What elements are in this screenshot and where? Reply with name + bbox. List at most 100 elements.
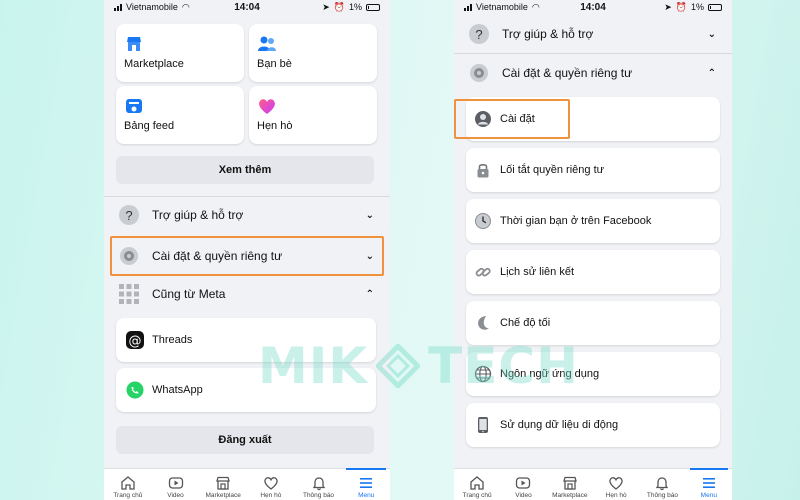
nav-label: Trang chủ <box>113 491 143 499</box>
nav-notifications[interactable]: Thông báo <box>295 469 343 500</box>
chevron-down-icon: ⌄ <box>365 250 374 262</box>
settings-item-label: Sử dụng dữ liệu di động <box>500 419 619 431</box>
nav-dating[interactable]: Hẹn hò <box>247 469 295 500</box>
link-icon <box>475 267 491 277</box>
battery-percent: 1% <box>348 2 362 12</box>
status-bar: Vietnamobile ◠ 14:04 ➤ ⏰ 1% <box>454 0 732 14</box>
tile-label: Marketplace <box>124 58 184 70</box>
threads-icon: @ <box>126 331 144 349</box>
nav-home[interactable]: Trang chủ <box>454 469 500 500</box>
settings-item-settings[interactable]: Cài đặt <box>466 97 720 141</box>
phone-screen-right: Vietnamobile ◠ 14:04 ➤ ⏰ 1% ? Trợ giúp &… <box>454 0 732 500</box>
phone-screen-left: Vietnamobile ◠ 14:04 ➤ ⏰ 1% Marketplace … <box>104 0 390 500</box>
gear-icon <box>470 64 488 82</box>
bell-icon <box>656 476 669 490</box>
chevron-down-icon: ⌄ <box>707 28 716 40</box>
status-time: 14:04 <box>580 1 606 13</box>
shortcut-tile-dating[interactable]: Hẹn hò <box>249 86 377 144</box>
shortcut-tile-friends[interactable]: Bạn bè <box>249 24 377 82</box>
nav-label: Menu <box>358 491 375 499</box>
nav-menu[interactable]: Menu <box>342 467 390 500</box>
alarm-icon: ⏰ <box>675 1 687 12</box>
settings-item-dark-mode[interactable]: Chế độ tối <box>466 301 720 345</box>
help-icon: ? <box>469 24 489 44</box>
bottom-navigation: Trang chủ Video Marketplace Hẹn hò Thông… <box>454 467 732 500</box>
section-label: Cài đặt & quyền riêng tư <box>502 66 633 80</box>
phone-icon <box>478 417 488 433</box>
settings-item-app-language[interactable]: Ngôn ngữ ứng dụng <box>466 352 720 396</box>
nav-label: Hẹn hò <box>605 491 627 499</box>
wifi-icon: ◠ <box>181 1 190 12</box>
friends-icon <box>258 36 276 51</box>
profile-icon <box>475 111 491 127</box>
clock-icon <box>475 213 491 229</box>
chevron-down-icon: ⌄ <box>365 209 374 221</box>
grid-icon <box>119 284 139 304</box>
nav-label: Marketplace <box>552 491 588 499</box>
nav-notifications[interactable]: Thông báo <box>639 469 685 500</box>
nav-marketplace[interactable]: Marketplace <box>199 469 247 500</box>
shop-icon <box>216 476 231 490</box>
settings-item-time-on-facebook[interactable]: Thời gian bạn ở trên Facebook <box>466 199 720 243</box>
app-label: Threads <box>152 334 193 346</box>
nav-label: Menu <box>700 491 717 499</box>
video-icon <box>168 476 183 489</box>
menu-icon <box>360 477 373 488</box>
carrier-name: Vietnamobile <box>476 2 528 12</box>
app-row-whatsapp[interactable]: WhatsApp <box>116 368 376 412</box>
svg-text:?: ? <box>125 208 132 223</box>
video-icon <box>516 476 531 489</box>
nav-video[interactable]: Video <box>500 469 546 500</box>
settings-item-label: Lịch sử liên kết <box>500 266 575 278</box>
home-icon <box>470 475 484 490</box>
globe-icon <box>474 365 492 383</box>
section-help-support[interactable]: ? Trợ giúp & hỗ trợ ⌄ <box>104 197 390 233</box>
alarm-icon: ⏰ <box>333 1 345 12</box>
settings-item-label: Lối tắt quyền riêng tư <box>500 164 604 176</box>
nav-home[interactable]: Trang chủ <box>104 469 152 500</box>
shop-icon <box>562 476 577 490</box>
bell-icon <box>312 476 325 490</box>
marketplace-icon <box>127 37 141 51</box>
app-label: WhatsApp <box>152 384 203 396</box>
feed-icon <box>126 99 142 113</box>
section-help-support[interactable]: ? Trợ giúp & hỗ trợ ⌄ <box>454 16 732 52</box>
whatsapp-icon <box>126 381 144 399</box>
settings-item-mobile-data[interactable]: Sử dụng dữ liệu di động <box>466 403 720 447</box>
shortcut-tile-feed[interactable]: Bảng feed <box>116 86 244 144</box>
settings-item-link-history[interactable]: Lịch sử liên kết <box>466 250 720 294</box>
nav-menu[interactable]: Menu <box>686 467 732 500</box>
section-label: Cài đặt & quyền riêng tư <box>152 249 283 263</box>
shortcut-tile-marketplace[interactable]: Marketplace <box>116 24 244 82</box>
dating-heart-icon <box>259 99 275 114</box>
app-row-threads[interactable]: @ Threads <box>116 318 376 362</box>
heart-icon <box>264 476 278 490</box>
battery-percent: 1% <box>690 2 704 12</box>
section-label: Trợ giúp & hỗ trợ <box>152 208 244 222</box>
tile-label: Hẹn hò <box>257 120 293 132</box>
battery-icon <box>707 3 722 11</box>
section-label: Trợ giúp & hỗ trợ <box>502 27 594 41</box>
nav-label: Thông báo <box>302 491 335 499</box>
settings-item-privacy-shortcuts[interactable]: Lối tắt quyền riêng tư <box>466 148 720 192</box>
settings-item-label: Chế độ tối <box>500 317 551 329</box>
status-bar: Vietnamobile ◠ 14:04 ➤ ⏰ 1% <box>104 0 390 14</box>
divider <box>454 53 732 54</box>
logout-button[interactable]: Đăng xuất <box>116 426 374 454</box>
nav-video[interactable]: Video <box>152 469 200 500</box>
section-settings-privacy[interactable]: Cài đặt & quyền riêng tư ⌄ <box>104 238 390 274</box>
section-also-from-meta[interactable]: Cũng từ Meta ⌃ <box>104 276 390 312</box>
moon-icon <box>478 316 489 330</box>
nav-marketplace[interactable]: Marketplace <box>547 469 593 500</box>
see-more-button[interactable]: Xem thêm <box>116 156 374 184</box>
settings-item-label: Cài đặt <box>500 113 535 125</box>
help-icon: ? <box>119 205 139 225</box>
nav-label: Thông báo <box>646 491 679 499</box>
chevron-up-icon: ⌃ <box>707 67 716 79</box>
nav-dating[interactable]: Hẹn hò <box>593 469 639 500</box>
tile-label: Bảng feed <box>124 120 175 132</box>
bottom-navigation: Trang chủ Video Marketplace Hẹn hò Thông… <box>104 467 390 500</box>
nav-label: Video <box>167 491 184 499</box>
section-settings-privacy[interactable]: Cài đặt & quyền riêng tư ⌃ <box>454 55 732 91</box>
nav-label: Video <box>515 491 532 499</box>
